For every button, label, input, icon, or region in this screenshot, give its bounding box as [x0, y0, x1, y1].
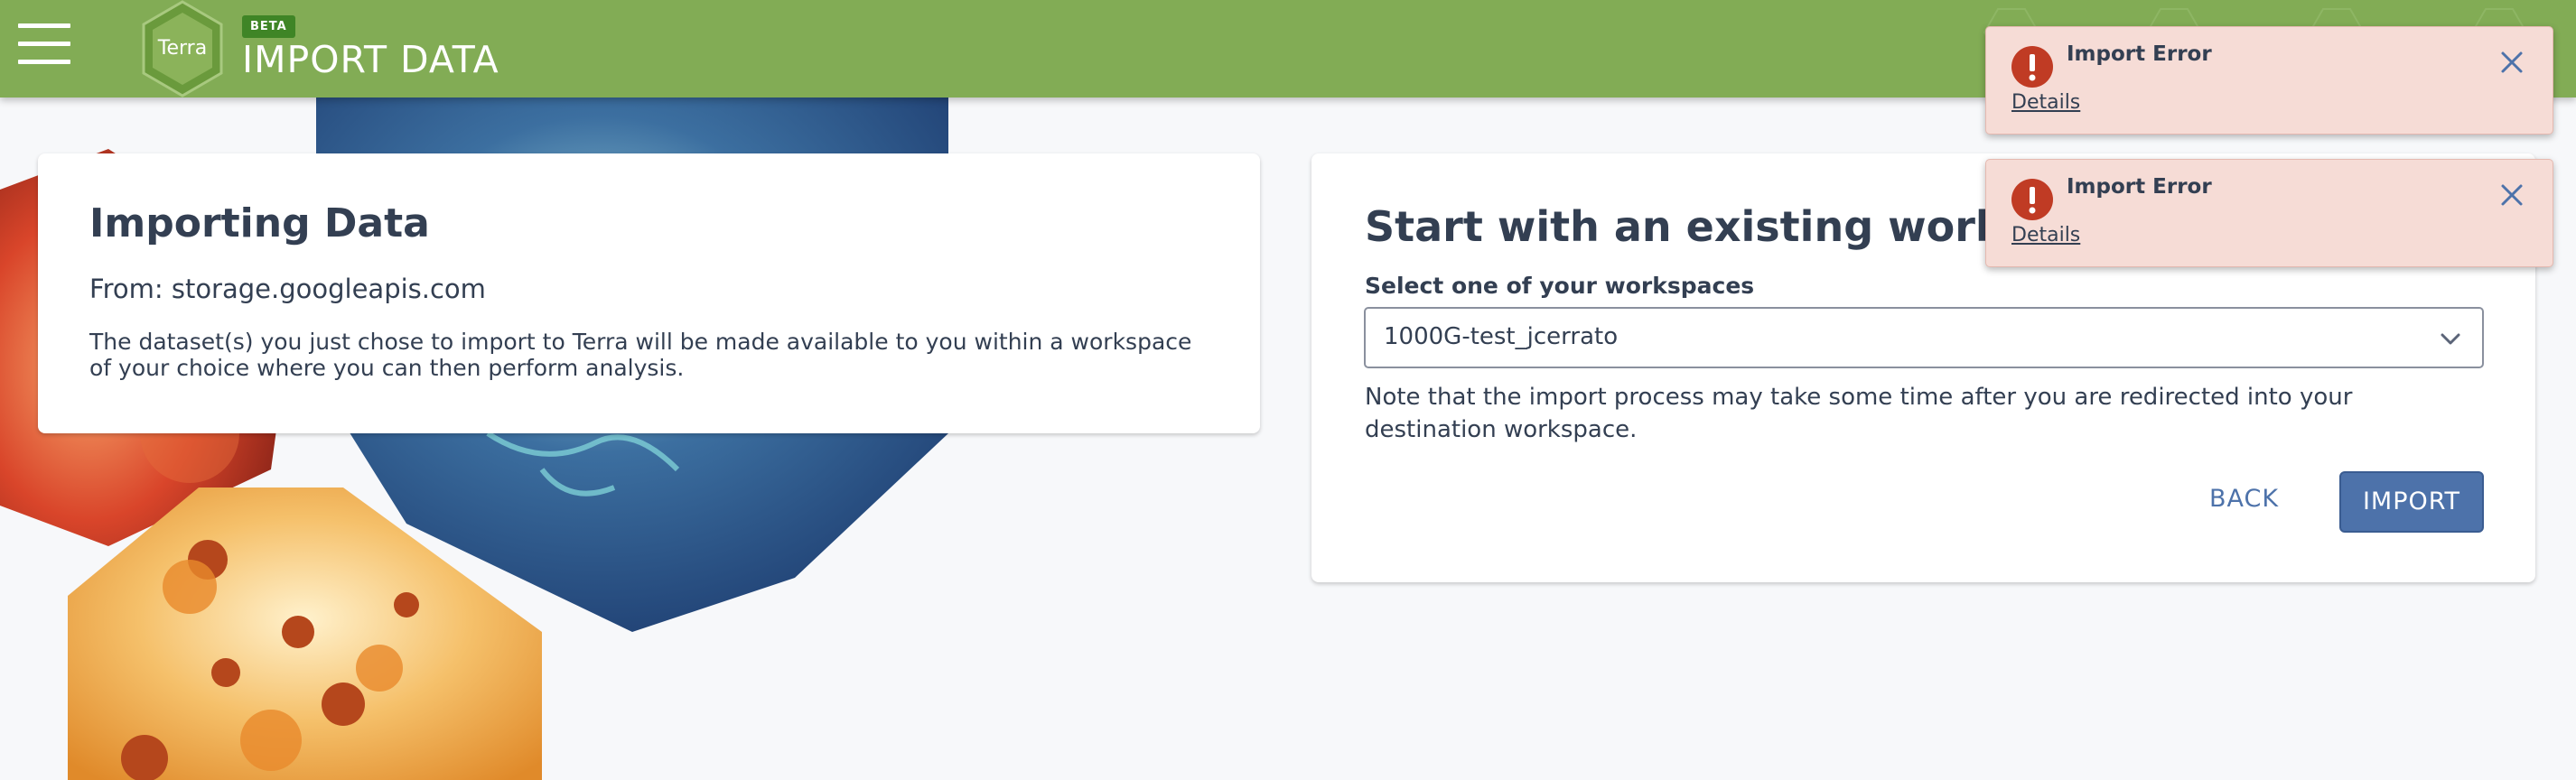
details-link[interactable]: Details	[2011, 224, 2080, 246]
toast-title: Import Error	[2067, 42, 2212, 66]
import-note: Note that the import process may take so…	[1365, 384, 2353, 443]
importing-data-card: Importing Data From: storage.googleapis.…	[38, 153, 1260, 433]
error-icon	[2011, 179, 2053, 220]
close-icon[interactable]	[2498, 49, 2525, 76]
importing-data-heading: Importing Data	[89, 200, 430, 246]
hamburger-menu-icon[interactable]	[18, 23, 70, 69]
error-icon	[2011, 46, 2053, 88]
workspace-select-label: Select one of your workspaces	[1365, 273, 1755, 299]
details-link[interactable]: Details	[2011, 91, 2080, 114]
import-source: From: storage.googleapis.com	[89, 274, 486, 304]
logo-text: Terra	[157, 37, 207, 60]
import-button[interactable]: IMPORT	[2339, 471, 2484, 533]
terra-logo[interactable]: Terra	[140, 0, 225, 98]
workspace-select[interactable]: 1000G-test_jcerrato	[1364, 307, 2484, 368]
workspace-select-value: 1000G-test_jcerrato	[1384, 323, 1619, 350]
toast-title: Import Error	[2067, 175, 2212, 199]
import-error-toast: Import Error Details	[1985, 26, 2553, 135]
page-title: IMPORT DATA	[242, 38, 499, 81]
back-button[interactable]: BACK	[2209, 469, 2279, 529]
close-icon[interactable]	[2498, 181, 2525, 209]
import-description: The dataset(s) you just chose to import …	[89, 329, 1192, 381]
beta-badge: BETA	[242, 15, 295, 38]
chevron-down-icon[interactable]	[2439, 327, 2462, 350]
import-error-toast: Import Error Details	[1985, 159, 2553, 267]
